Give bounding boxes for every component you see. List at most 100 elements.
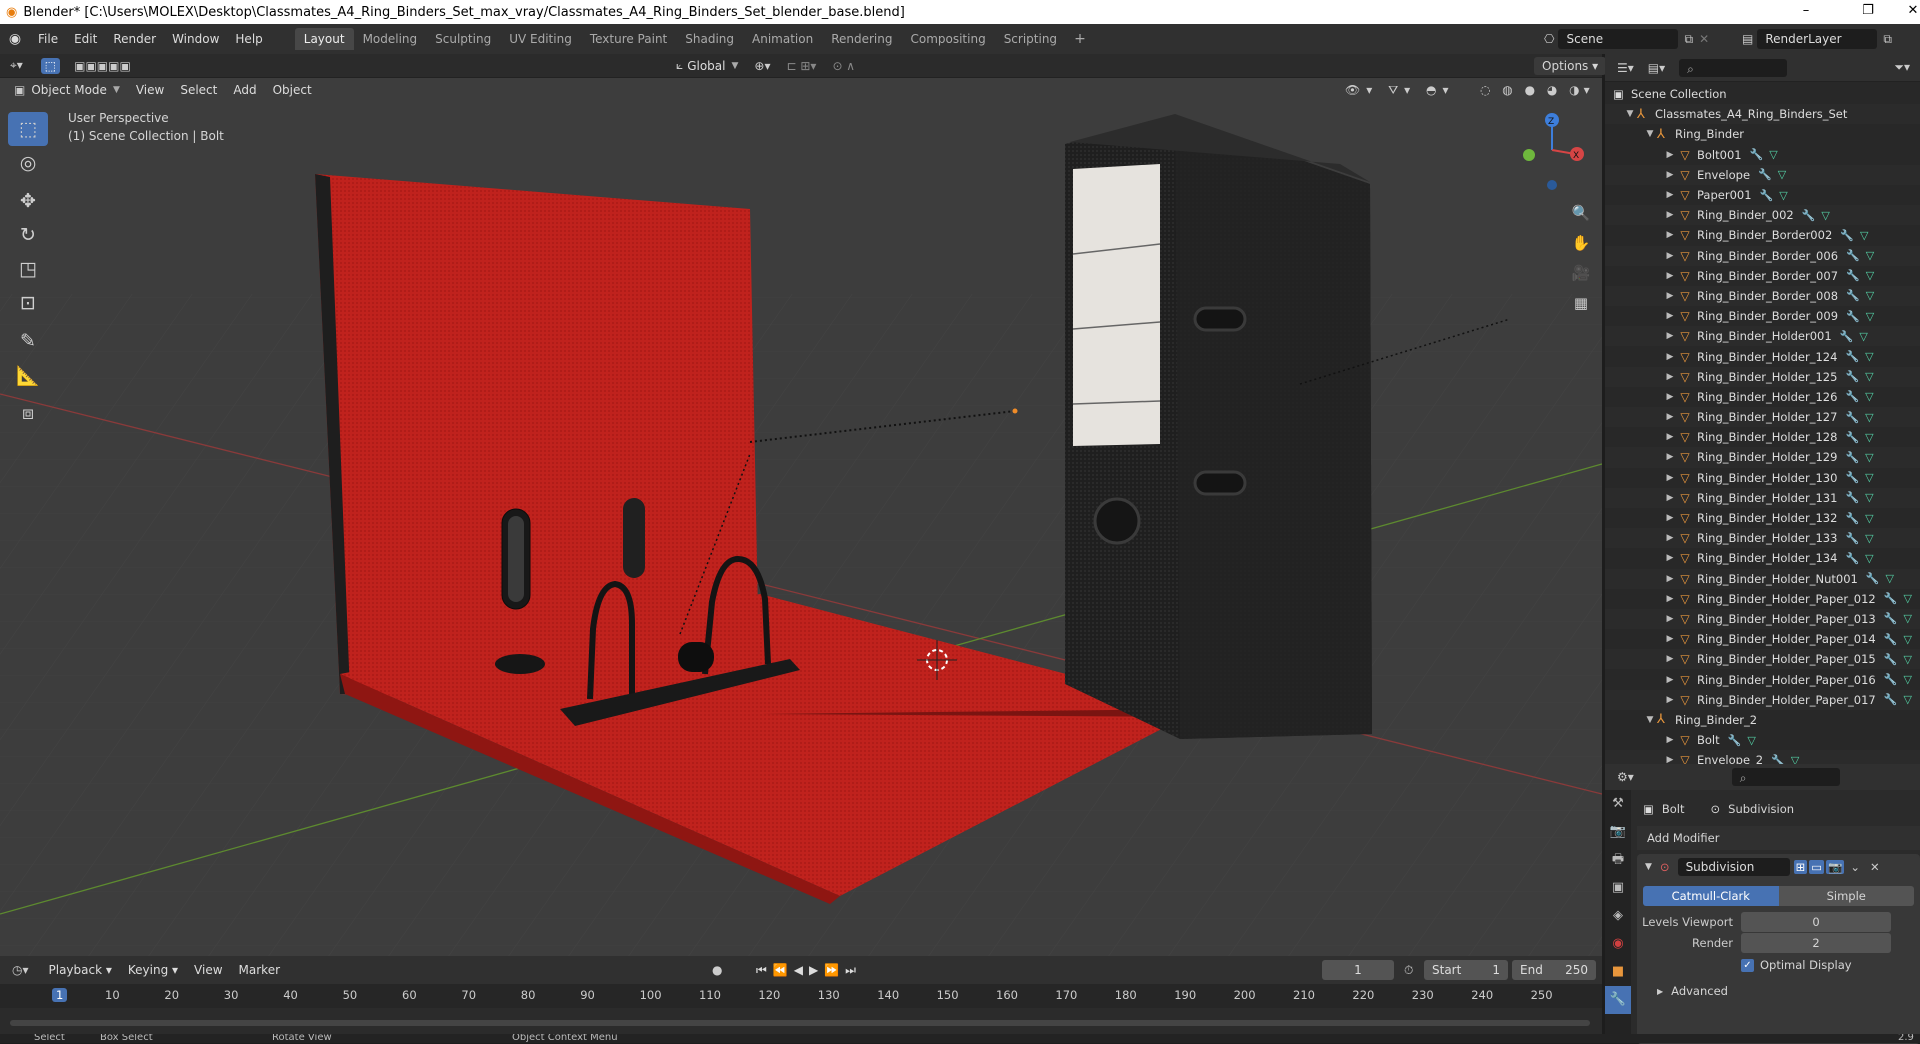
modifier-wrench-icon[interactable]: 🔧 bbox=[1845, 491, 1859, 504]
mesh-data-icon[interactable]: ▽ bbox=[1859, 330, 1867, 343]
expand-right-icon[interactable]: ▶ bbox=[1663, 210, 1677, 220]
cursor-tool-icon[interactable]: ◎ bbox=[8, 146, 48, 180]
outliner-object-row[interactable]: ▶ ▽ Ring_Binder_Holder_Paper_013 🔧 ▽ bbox=[1605, 608, 1920, 630]
expand-right-icon[interactable]: ▶ bbox=[1663, 594, 1677, 604]
menu-file[interactable]: File bbox=[30, 32, 66, 46]
stopwatch-icon[interactable]: ⏱ bbox=[1404, 963, 1413, 978]
mesh-data-icon[interactable]: ▽ bbox=[1903, 693, 1911, 706]
mesh-data-icon[interactable]: ▽ bbox=[1866, 269, 1874, 282]
expand-right-icon[interactable]: ▶ bbox=[1663, 473, 1677, 483]
shading-mode-icons[interactable]: ◌ ◍ ● ◕ ◑▾ bbox=[1480, 83, 1594, 97]
mesh-data-icon[interactable]: ▽ bbox=[1903, 592, 1911, 605]
timeline-menu-playback[interactable]: Playback ▾ bbox=[41, 963, 120, 977]
expand-right-icon[interactable]: ▶ bbox=[1663, 574, 1677, 584]
new-render-layer-icon[interactable]: ⧉ bbox=[1883, 32, 1892, 47]
select-box-tool-icon[interactable]: ⬚ bbox=[8, 112, 48, 146]
close-window-button[interactable]: ✕ bbox=[1893, 0, 1920, 24]
modifier-wrench-icon[interactable]: 🔧 bbox=[1728, 734, 1742, 747]
properties-search-input[interactable]: ⌕ bbox=[1731, 768, 1840, 786]
outliner-object-row[interactable]: ▶ ▽ Ring_Binder_Holder_Paper_015 🔧 ▽ bbox=[1605, 649, 1920, 670]
minimize-button[interactable]: – bbox=[1786, 0, 1826, 24]
mesh-data-icon[interactable]: ▽ bbox=[1866, 310, 1874, 323]
expand-right-icon[interactable]: ▶ bbox=[1663, 695, 1677, 705]
mesh-data-icon[interactable]: ▽ bbox=[1865, 451, 1873, 464]
timeline-editor-icon[interactable]: ◷▾ bbox=[12, 963, 29, 977]
modifier-wrench-icon[interactable]: 🔧 bbox=[1884, 653, 1898, 666]
output-tab-icon[interactable]: 🖶 bbox=[1605, 846, 1631, 874]
maximize-button[interactable]: ❐ bbox=[1848, 0, 1888, 24]
mesh-data-icon[interactable]: ▽ bbox=[1903, 633, 1911, 646]
tab-shading[interactable]: Shading bbox=[676, 28, 743, 50]
modifier-wrench-icon[interactable]: 🔧 bbox=[1884, 633, 1898, 646]
record-keyframe-icon[interactable]: ● bbox=[712, 963, 722, 977]
mesh-data-icon[interactable]: ▽ bbox=[1865, 370, 1873, 383]
expand-right-icon[interactable]: ▶ bbox=[1663, 372, 1677, 382]
mesh-data-icon[interactable]: ▽ bbox=[1778, 168, 1786, 181]
outliner-object-row[interactable]: ▶ ▽ Ring_Binder_Holder_130 🔧 ▽ bbox=[1605, 468, 1920, 488]
expand-right-icon[interactable]: ▶ bbox=[1663, 533, 1677, 543]
mesh-data-icon[interactable]: ▽ bbox=[1865, 512, 1873, 525]
modifier-wrench-icon[interactable]: 🔧 bbox=[1845, 512, 1859, 525]
modifier-wrench-icon[interactable]: 🔧 bbox=[1846, 249, 1860, 262]
object-mode-dropdown[interactable]: Object Mode bbox=[31, 83, 107, 97]
mesh-data-icon[interactable]: ▽ bbox=[1865, 411, 1873, 424]
add-cube-tool-icon[interactable]: ⧈ bbox=[8, 396, 48, 430]
expand-right-icon[interactable]: ▶ bbox=[1663, 271, 1677, 281]
expand-right-icon[interactable]: ▶ bbox=[1663, 352, 1677, 362]
timeline-menu-keying[interactable]: Keying ▾ bbox=[120, 963, 186, 977]
tree-group-ring-binder[interactable]: ▼ ⅄ Ring_Binder bbox=[1605, 124, 1920, 144]
mesh-data-icon[interactable]: ▽ bbox=[1865, 532, 1873, 545]
expand-down-icon[interactable]: ▼ bbox=[1643, 129, 1657, 139]
new-scene-icon[interactable]: ⧉ bbox=[1684, 32, 1693, 47]
viewport-toggle-icon[interactable]: ▭ bbox=[1809, 860, 1825, 874]
modifier-wrench-icon[interactable]: 🔧 bbox=[1866, 572, 1880, 585]
outliner-object-row[interactable]: ▶ ▽ Ring_Binder_Holder_124 🔧 ▽ bbox=[1605, 346, 1920, 366]
tab-texture-paint[interactable]: Texture Paint bbox=[581, 28, 676, 50]
tab-scripting[interactable]: Scripting bbox=[995, 28, 1066, 50]
outliner-object-row[interactable]: ▶ ▽ Ring_Binder_Holder_Paper_012 🔧 ▽ bbox=[1605, 589, 1920, 609]
outliner-object-row[interactable]: ▶ ▽ Ring_Binder_Holder_133 🔧 ▽ bbox=[1605, 528, 1920, 549]
modifier-wrench-icon[interactable]: 🔧 bbox=[1845, 431, 1859, 444]
menu-edit[interactable]: Edit bbox=[66, 32, 105, 46]
modifier-wrench-icon[interactable]: 🔧 bbox=[1884, 612, 1898, 625]
tab-layout[interactable]: Layout bbox=[294, 28, 354, 50]
pan-hand-icon[interactable]: ✋ bbox=[1570, 228, 1592, 258]
outliner-object-row[interactable]: ▶ ▽ Ring_Binder_Border_008 🔧 ▽ bbox=[1605, 285, 1920, 307]
expand-right-icon[interactable]: ▶ bbox=[1663, 251, 1677, 261]
timeline-menu-marker[interactable]: Marker bbox=[231, 963, 288, 977]
mesh-data-icon[interactable]: ▽ bbox=[1886, 572, 1894, 585]
menu-window[interactable]: Window bbox=[164, 32, 227, 46]
filter-icon[interactable]: ⏷▾ bbox=[1894, 60, 1910, 75]
modifier-wrench-icon[interactable]: 🔧 bbox=[1758, 168, 1772, 181]
expand-right-icon[interactable]: ▶ bbox=[1663, 150, 1677, 160]
modifier-wrench-icon[interactable]: 🔧 bbox=[1884, 592, 1898, 605]
timeline-scrollbar[interactable] bbox=[10, 1020, 1590, 1026]
modifier-wrench-icon[interactable]: 🔧 bbox=[1845, 471, 1859, 484]
outliner-object-row[interactable]: ▶ ▽ Ring_Binder_Holder001 🔧 ▽ bbox=[1605, 326, 1920, 347]
3d-viewport[interactable]: Z X bbox=[0, 54, 1602, 956]
render-levels-field[interactable]: 2 bbox=[1741, 933, 1891, 953]
tree-collection-row[interactable]: ▼ ⅄ Classmates_A4_Ring_Binders_Set bbox=[1605, 104, 1920, 125]
select-new-icon[interactable]: ▣▣▣▣▣ bbox=[74, 59, 131, 73]
orthographic-grid-icon[interactable]: ▦ bbox=[1570, 288, 1592, 318]
pivot-icon[interactable]: ⊕▾ bbox=[754, 59, 770, 73]
expand-right-icon[interactable]: ▶ bbox=[1663, 614, 1677, 624]
world-tab-icon[interactable]: ◉ bbox=[1605, 930, 1631, 958]
outliner-object-row[interactable]: ▶ ▽ Bolt 🔧 ▽ bbox=[1605, 730, 1920, 750]
expand-right-icon[interactable]: ▶ bbox=[1663, 392, 1677, 402]
timeline-menu-view[interactable]: View bbox=[186, 963, 230, 977]
viewport-menu-view[interactable]: View bbox=[128, 83, 172, 97]
outliner-editor-icon[interactable]: ☰▾ bbox=[1617, 61, 1634, 75]
outliner-object-row[interactable]: ▶ ▽ Bolt001 🔧 ▽ bbox=[1605, 145, 1920, 165]
modifier-menu-icon[interactable]: ⌄ bbox=[1850, 860, 1860, 874]
playback-controls[interactable]: ⏮⏪◀▶⏩⏭ bbox=[756, 963, 862, 978]
mesh-data-icon[interactable]: ▽ bbox=[1903, 673, 1911, 686]
outliner-object-row[interactable]: ▶ ▽ Ring_Binder_Holder_Paper_014 🔧 ▽ bbox=[1605, 629, 1920, 649]
outliner-object-row[interactable]: ▶ ▽ Ring_Binder_Holder_125 🔧 ▽ bbox=[1605, 366, 1920, 387]
camera-view-icon[interactable]: 🎥 bbox=[1570, 258, 1592, 288]
render-layer-icon[interactable]: ▤ bbox=[1742, 32, 1753, 46]
expand-right-icon[interactable]: ▶ bbox=[1663, 331, 1677, 341]
expand-right-icon[interactable]: ▶ bbox=[1663, 493, 1677, 503]
expand-right-icon[interactable]: ▶ bbox=[1663, 452, 1677, 462]
catmull-clark-option[interactable]: Catmull-Clark bbox=[1643, 886, 1779, 906]
